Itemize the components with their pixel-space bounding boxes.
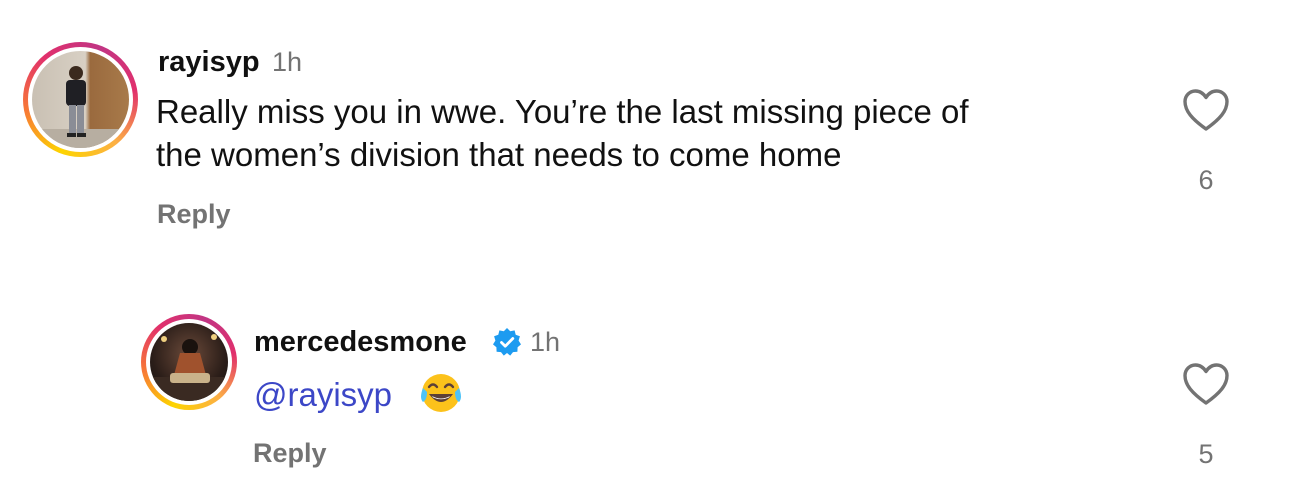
comment-text-line: Really miss you in wwe. You’re the last … — [156, 93, 969, 130]
comment-username[interactable]: rayisyp — [158, 46, 260, 79]
heart-outline-icon[interactable] — [1182, 88, 1230, 132]
avatar-ring[interactable] — [23, 42, 138, 157]
avatar — [150, 323, 228, 401]
heart-outline-icon[interactable] — [1182, 362, 1230, 406]
avatar-ring[interactable] — [141, 314, 237, 410]
comment-timestamp: 1h — [530, 327, 561, 357]
comment-text-line: the women’s division that needs to come … — [156, 136, 842, 173]
comment-text: Really miss you in wwe. You’re the last … — [156, 90, 1156, 176]
avatar — [32, 51, 129, 148]
mention-link[interactable]: @rayisyp — [254, 373, 392, 416]
comment-timestamp: 1h — [272, 47, 303, 77]
like-count: 6 — [1198, 165, 1214, 195]
reply-button[interactable]: Reply — [253, 438, 327, 469]
face-with-tears-of-joy-icon — [421, 374, 461, 412]
like-count: 5 — [1198, 439, 1214, 469]
verified-badge-icon — [493, 328, 521, 356]
reply-button[interactable]: Reply — [157, 199, 231, 230]
comment-username[interactable]: mercedesmone — [254, 326, 467, 359]
